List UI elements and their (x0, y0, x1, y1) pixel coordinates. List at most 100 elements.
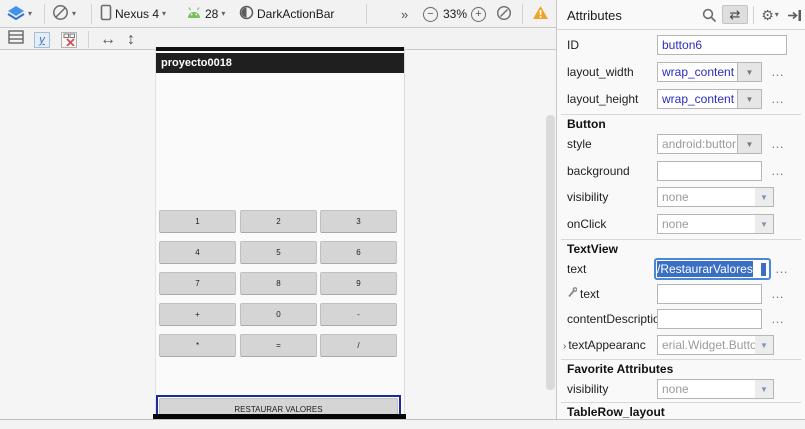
section-header-favorites: Favorite Attributes (567, 362, 673, 376)
background-input[interactable] (657, 161, 762, 181)
theme-icon (239, 5, 254, 23)
section-separator (561, 402, 801, 403)
dropdown-arrow-icon: ▼ (755, 188, 773, 206)
android-icon (186, 7, 202, 22)
section-header-tablerow: TableRow_layout (567, 405, 665, 419)
remove-column-button[interactable] (61, 29, 77, 50)
attr-row-layout-height: layout_height wrap_content ▼ … (557, 89, 805, 111)
device-selector[interactable]: Nexus 4 ▾ (100, 0, 166, 28)
zoom-out-icon: − (423, 7, 438, 22)
more-options-button[interactable]: … (771, 163, 785, 178)
section-header-textview: TextView (567, 242, 618, 256)
layout-width-combo[interactable]: wrap_content ▼ (657, 62, 762, 82)
keypad-button[interactable]: 3 (320, 210, 397, 233)
content-description-input[interactable] (657, 309, 762, 329)
keypad-button[interactable]: 0 (240, 303, 317, 326)
keypad-button[interactable]: 5 (240, 241, 317, 264)
onclick-combo[interactable]: none ▼ (657, 214, 774, 234)
table-rows-icon (8, 29, 24, 50)
attr-label: text (567, 259, 586, 279)
keypad-button[interactable]: 6 (320, 241, 397, 264)
dropdown-arrow-icon: ▼ (755, 380, 773, 398)
search-icon[interactable] (700, 6, 718, 24)
device-label: Nexus 4 (115, 7, 159, 21)
more-options-button[interactable]: … (775, 261, 789, 276)
keypad-button[interactable]: 1 (159, 210, 236, 233)
attr-label: background (567, 161, 630, 181)
chevron-down-icon: ▾ (162, 10, 166, 18)
layers-icon (7, 5, 25, 24)
zoom-fit-icon (496, 5, 512, 24)
add-row-button[interactable] (8, 29, 24, 50)
hide-panel-icon[interactable] (787, 6, 803, 24)
attr-label: ›textAppearanc (563, 335, 646, 357)
status-strip (0, 419, 805, 429)
android-studio-layout-editor: ▾ ▾ Nexus 4 ▾ 28 ▾ Dar (0, 0, 805, 429)
section-header-button: Button (567, 117, 606, 131)
toolbar-separator (44, 4, 45, 24)
baseline-button[interactable]: y (34, 29, 50, 50)
attr-row-visibility: visibility none ▼ (557, 187, 805, 209)
visibility-combo[interactable]: none ▼ (657, 187, 774, 207)
more-options-button[interactable]: … (771, 136, 785, 151)
keypad-button[interactable]: / (320, 334, 397, 357)
api-level-label: 28 (205, 7, 218, 21)
gear-icon[interactable]: ⚙ ▾ (758, 6, 782, 24)
app-action-bar: proyecto0018 (156, 53, 404, 73)
section-separator (561, 239, 801, 240)
attr-row-layout-width: layout_width wrap_content ▼ … (557, 62, 805, 84)
theme-selector[interactable]: DarkActionBar (239, 0, 334, 28)
text-input[interactable]: /RestaurarValores (654, 258, 771, 280)
attributes-panel: Attributes ⇄ ⚙ ▾ ID layout_width wrap_co… (557, 0, 805, 419)
device-preview: proyecto0018 1 2 3 4 5 6 7 8 9 + 0 - (155, 47, 405, 420)
keypad-button[interactable]: 8 (240, 272, 317, 295)
expand-horizontal-button[interactable]: ↔ (100, 29, 116, 50)
fav-visibility-combo[interactable]: none ▼ (657, 379, 774, 399)
overflow-button[interactable]: » (401, 0, 408, 28)
chevron-down-icon: ▾ (221, 10, 225, 18)
attr-label: visibility (567, 187, 608, 207)
zoom-in-icon: + (471, 7, 486, 22)
expand-vertical-button[interactable]: ↕ (127, 29, 135, 50)
keypad-button[interactable]: 4 (159, 241, 236, 264)
wrench-icon (567, 287, 577, 301)
canvas-scrollbar[interactable] (546, 115, 555, 390)
zoom-out-button[interactable]: − (423, 0, 438, 28)
keypad-button[interactable]: 2 (240, 210, 317, 233)
horizontal-arrow-icon: ↔ (100, 32, 116, 48)
style-combo[interactable]: android:buttor ▼ (657, 134, 762, 154)
keypad-button[interactable]: * (159, 334, 236, 357)
id-input[interactable] (657, 35, 787, 55)
phone-icon (100, 4, 112, 24)
keypad-button[interactable]: + (159, 303, 236, 326)
attr-label: contentDescriptio (567, 309, 660, 329)
layout-height-combo[interactable]: wrap_content ▼ (657, 89, 762, 109)
device-status-bar (156, 47, 404, 51)
keypad-button[interactable]: 9 (320, 272, 397, 295)
design-toolbar: ▾ ▾ Nexus 4 ▾ 28 ▾ Dar (0, 0, 556, 28)
swap-view-icon[interactable]: ⇄ (722, 5, 748, 24)
zoom-in-button[interactable]: + (471, 0, 486, 28)
keypad-button[interactable]: = (240, 334, 317, 357)
overflow-icon: » (401, 8, 408, 21)
keypad-button[interactable]: - (320, 303, 397, 326)
attr-label: layout_height (567, 89, 638, 109)
keypad-button[interactable]: 7 (159, 272, 236, 295)
orientation-button[interactable]: ▾ (52, 0, 76, 28)
expander-icon[interactable]: › (563, 341, 566, 352)
more-options-button[interactable]: … (771, 286, 785, 301)
warnings-button[interactable] (532, 0, 549, 28)
tools-text-input[interactable] (657, 284, 762, 304)
more-options-button[interactable]: … (771, 64, 785, 79)
api-selector[interactable]: 28 ▾ (186, 0, 225, 28)
table-delete-icon (61, 32, 77, 48)
design-canvas[interactable]: proyecto0018 1 2 3 4 5 6 7 8 9 + 0 - (0, 51, 556, 419)
design-surface-button[interactable]: ▾ (7, 0, 32, 28)
more-options-button[interactable]: … (771, 91, 785, 106)
text-appearance-combo[interactable]: erial.Widget.Button ▼ (657, 335, 774, 355)
zoom-fit-button[interactable] (496, 0, 512, 28)
baseline-y-icon: y (34, 32, 50, 48)
more-options-button[interactable]: … (771, 311, 785, 326)
orientation-icon (52, 4, 69, 24)
toolbar-separator (91, 4, 92, 24)
